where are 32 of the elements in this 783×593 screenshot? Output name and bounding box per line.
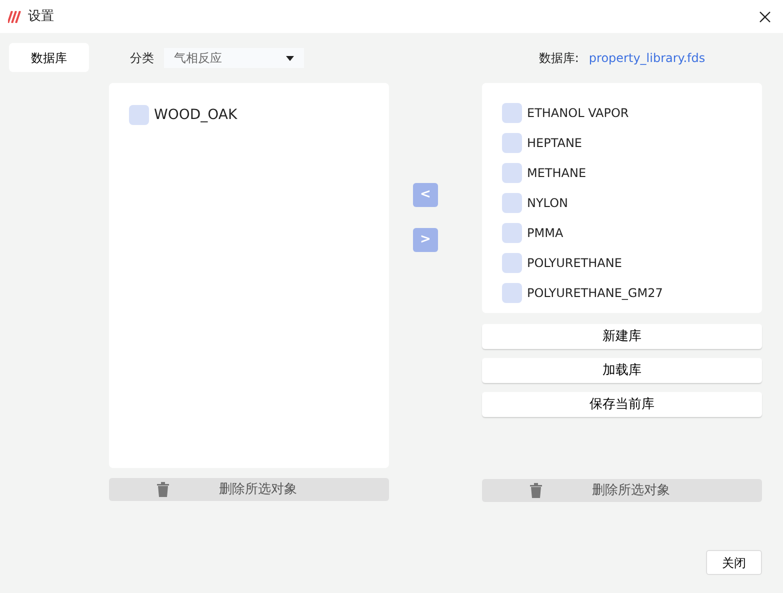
- checkbox[interactable]: [502, 193, 522, 213]
- category-dropdown[interactable]: 气相反应: [164, 48, 304, 68]
- library-action-button[interactable]: 新建库: [482, 324, 762, 349]
- category-label: 分类: [130, 50, 154, 67]
- item-label: WOOD_OAK: [154, 106, 238, 124]
- item-label: ETHANOL VAPOR: [527, 105, 629, 122]
- item-label: HEPTANE: [527, 135, 582, 152]
- database-label: 数据库:: [538, 50, 579, 67]
- close-button[interactable]: 关闭: [706, 550, 762, 575]
- checkbox[interactable]: [502, 103, 522, 123]
- item-label: POLYURETHANE: [527, 255, 622, 272]
- library-action-button[interactable]: 保存当前库: [482, 392, 762, 417]
- delete-selected-button[interactable]: 删除所选对象: [482, 479, 762, 502]
- window-title: 设置: [28, 8, 54, 26]
- sidebar-item[interactable]: 数据库: [9, 43, 89, 72]
- database-file-link[interactable]: property_library.fds: [588, 49, 706, 67]
- item-label: METHANE: [527, 165, 586, 182]
- checkbox[interactable]: [129, 105, 149, 125]
- checkbox[interactable]: [502, 163, 522, 183]
- checkbox[interactable]: [502, 283, 522, 303]
- logo-icon: [8, 11, 22, 24]
- trash-icon: [530, 483, 542, 498]
- library-action-button[interactable]: 加载库: [482, 358, 762, 383]
- item-label: PMMA: [527, 225, 564, 242]
- item-label: NYLON: [527, 195, 568, 212]
- caret-icon: [286, 56, 294, 60]
- checkbox[interactable]: [502, 223, 522, 243]
- item-label: POLYURETHANE_GM27: [527, 285, 663, 302]
- delete-selected-button[interactable]: 删除所选对象: [109, 478, 389, 501]
- checkbox[interactable]: [502, 253, 522, 273]
- trash-icon: [157, 482, 169, 497]
- checkbox[interactable]: [502, 133, 522, 153]
